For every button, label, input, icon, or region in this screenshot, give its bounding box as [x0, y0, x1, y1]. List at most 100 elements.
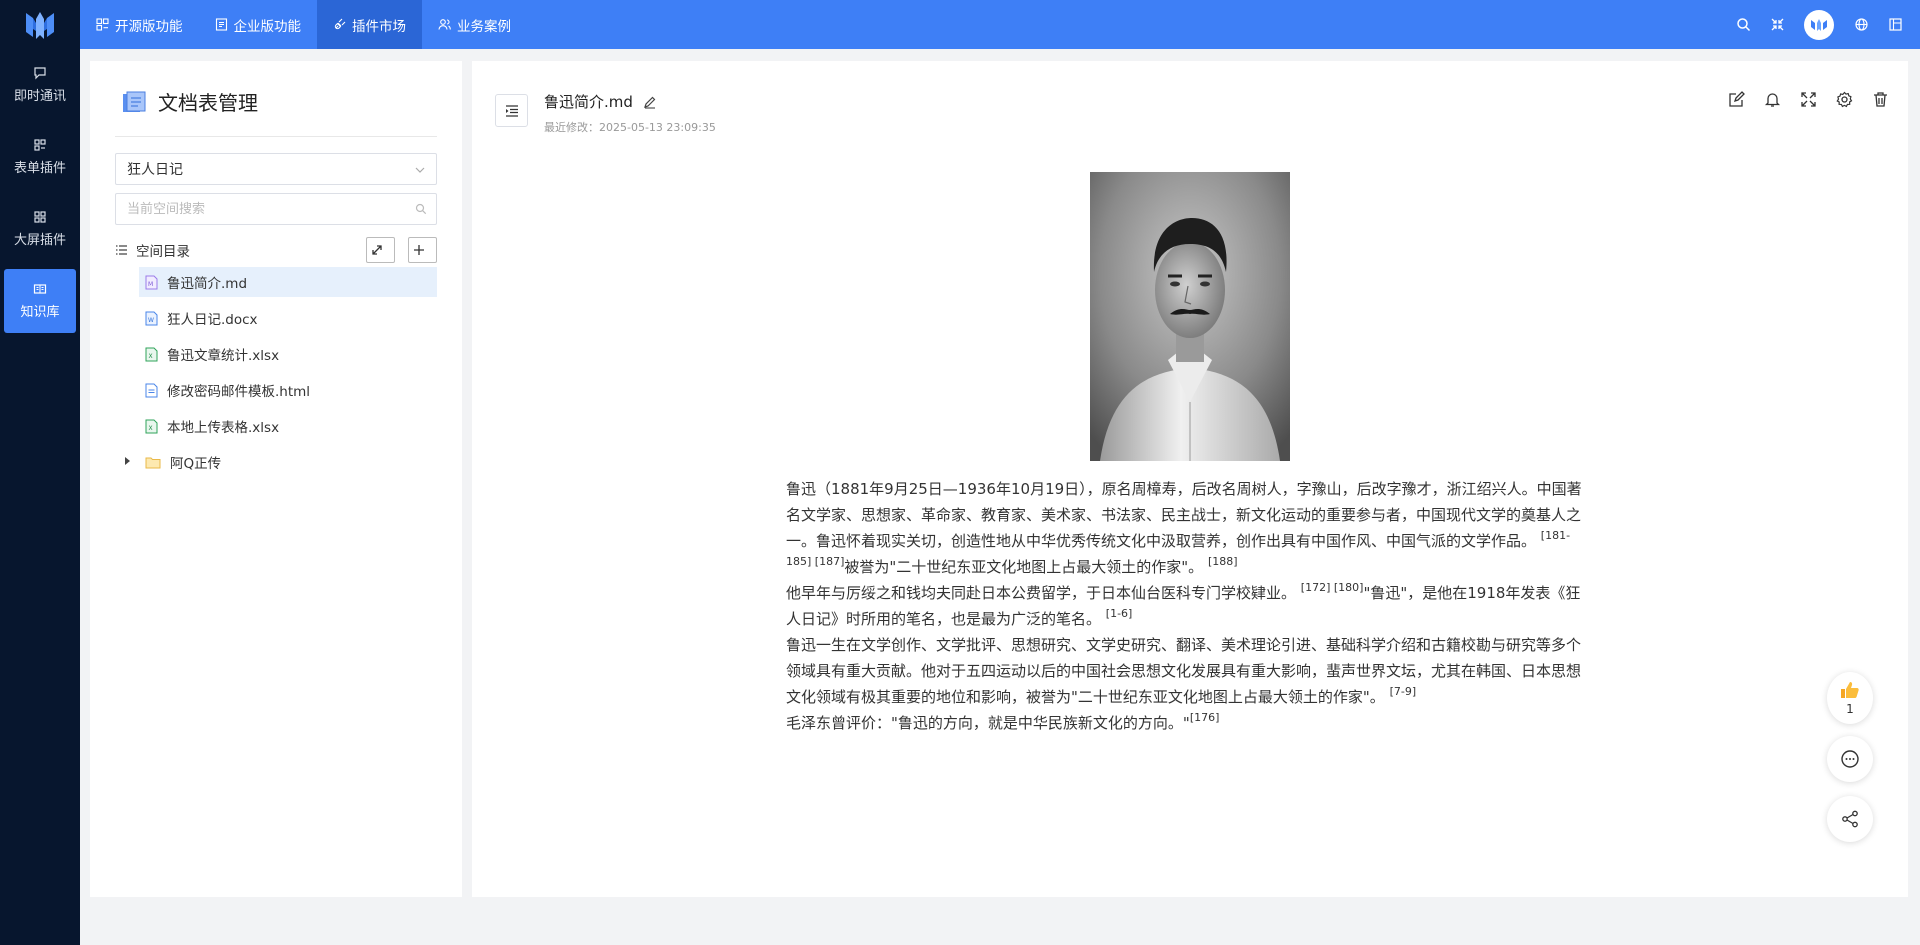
document-actions — [1718, 87, 1898, 111]
chat-icon — [34, 67, 46, 80]
like-button[interactable]: 1 — [1827, 672, 1873, 724]
panel-title: 文档表管理 — [122, 87, 258, 116]
space-search-input[interactable] — [115, 193, 437, 225]
search-icon — [1736, 18, 1750, 32]
tree-item-file[interactable]: 修改密码邮件模板.html — [139, 375, 437, 405]
space-select-value: 狂人日记 — [127, 162, 183, 178]
like-count: 1 — [1846, 701, 1854, 716]
nav-item-label: 插件市场 — [352, 18, 406, 35]
list-icon — [116, 245, 127, 255]
folder-icon — [145, 457, 161, 468]
tree-item-label: 狂人日记.docx — [167, 312, 258, 328]
avatar-logo-icon — [1811, 18, 1827, 31]
sidebar-item-dashboard[interactable]: 大屏插件 — [4, 197, 76, 261]
paragraph-text: 被誉为"二十世纪东亚文化地图上占最大领土的作家"。 — [844, 558, 1204, 576]
expand-all-button[interactable] — [366, 237, 395, 263]
svg-text:W: W — [148, 317, 154, 324]
excel-file-icon: X — [145, 347, 158, 361]
delete-button[interactable] — [1862, 87, 1898, 111]
word-file-icon: W — [145, 311, 158, 325]
tree-title: 空间目录 — [136, 244, 190, 260]
citation[interactable]: [176] — [1190, 711, 1220, 724]
nav-item-open-source[interactable]: 开源版功能 — [80, 0, 199, 49]
nav-item-plugin-market[interactable]: 插件市场 — [317, 0, 422, 49]
share-icon — [1842, 810, 1858, 828]
indent-icon — [505, 104, 518, 117]
last-modified: 最近修改：2025-05-13 23:09:35 — [544, 121, 716, 134]
document-icon — [215, 18, 227, 31]
fullscreen-doc-button[interactable] — [1790, 87, 1826, 111]
nav-item-enterprise[interactable]: 企业版功能 — [199, 0, 318, 49]
layout-icon — [1888, 18, 1902, 31]
caret-right-icon[interactable] — [125, 457, 130, 465]
trash-icon — [1873, 91, 1887, 107]
markdown-file-icon: M — [145, 275, 158, 289]
sidebar: 即时通讯 表单插件 大屏插件 知识库 — [0, 0, 80, 945]
settings-button[interactable] — [1826, 87, 1862, 111]
toc-toggle-button[interactable] — [495, 94, 528, 127]
avatar[interactable] — [1804, 9, 1834, 40]
html-file-icon — [145, 383, 158, 397]
citation[interactable]: [172] [180] — [1301, 581, 1364, 594]
paragraph: 鲁迅一生在文学创作、文学批评、思想研究、文学史研究、翻译、美术理论引进、基础科学… — [786, 632, 1592, 710]
tree-header: 空间目录 — [115, 237, 437, 263]
share-button[interactable] — [1827, 796, 1873, 842]
citation[interactable]: [188] — [1208, 555, 1238, 568]
document-title-text: 鲁迅简介.md — [544, 93, 633, 111]
nav-item-label: 业务案例 — [457, 18, 511, 35]
sidebar-item-form[interactable]: 表单插件 — [4, 125, 76, 189]
fullscreen-button[interactable] — [1760, 0, 1794, 49]
paragraph-text: 鲁迅一生在文学创作、文学批评、思想研究、文学史研究、翻译、美术理论引进、基础科学… — [786, 636, 1582, 706]
tree-item-label: 本地上传表格.xlsx — [167, 420, 280, 436]
tree-item-folder[interactable]: 阿Q正传 — [139, 447, 437, 477]
sidebar-item-knowledge-base[interactable]: 知识库 — [4, 269, 76, 333]
paragraph: 鲁迅（1881年9月25日—1936年10月19日），原名周樟寿，后改名周树人，… — [786, 476, 1592, 580]
document-title: 鲁迅简介.md — [544, 91, 657, 112]
notification-button[interactable] — [1754, 87, 1790, 111]
add-document-button[interactable] — [408, 237, 437, 263]
top-right-toolbar — [1726, 0, 1920, 49]
comment-icon — [1841, 750, 1859, 768]
search-button[interactable] — [1726, 0, 1760, 49]
tree-item-file[interactable]: M 鲁迅简介.md — [139, 267, 437, 297]
tree-item-file[interactable]: W 狂人日记.docx — [139, 303, 437, 333]
pencil-icon[interactable] — [643, 95, 657, 109]
sidebar-item-chat[interactable]: 即时通讯 — [4, 53, 76, 117]
document-tree-panel: 文档表管理 狂人日记 空间目录 M 鲁迅简介.md W 狂人日记.docx X … — [90, 61, 462, 897]
app-logo[interactable] — [0, 0, 80, 49]
tree-item-label: 鲁迅简介.md — [167, 276, 248, 292]
portrait-photo — [1090, 172, 1290, 461]
layout-button[interactable] — [1878, 0, 1912, 49]
search-icon — [415, 203, 427, 215]
paragraph-text: 鲁迅（1881年9月25日—1936年10月19日），原名周樟寿，后改名周树人，… — [786, 480, 1582, 550]
panel-title-text: 文档表管理 — [158, 91, 258, 115]
nav-item-label: 企业版功能 — [233, 18, 302, 35]
paragraph: 他早年与厉绥之和钱均夫同赴日本公费留学，于日本仙台医科专门学校肄业。 [172]… — [786, 580, 1592, 632]
paragraph-text: 毛泽东曾评价："鲁迅的方向，就是中华民族新文化的方向。" — [786, 714, 1190, 732]
bell-icon — [1764, 92, 1780, 107]
space-select[interactable]: 狂人日记 — [115, 153, 437, 185]
chevron-down-icon — [415, 167, 425, 173]
edit-button[interactable] — [1718, 87, 1754, 111]
comment-button[interactable] — [1827, 736, 1873, 782]
sidebar-item-label: 知识库 — [20, 305, 60, 320]
tree-item-file[interactable]: X 本地上传表格.xlsx — [139, 411, 437, 441]
plug-icon — [334, 18, 346, 30]
nav-item-business-cases[interactable]: 业务案例 — [422, 0, 527, 49]
svg-text:X: X — [149, 425, 153, 432]
document-content: 鲁迅（1881年9月25日—1936年10月19日），原名周樟寿，后改名周树人，… — [786, 476, 1592, 736]
grid-icon — [96, 18, 109, 31]
form-icon — [34, 139, 46, 151]
plus-icon — [413, 245, 424, 255]
tree-item-label: 鲁迅文章统计.xlsx — [167, 348, 280, 364]
citation[interactable]: [1-6] — [1106, 607, 1133, 620]
sidebar-item-label: 即时通讯 — [13, 89, 66, 104]
users-icon — [438, 19, 451, 30]
logo-icon — [26, 11, 54, 39]
book-icon — [33, 284, 47, 294]
dashboard-icon — [34, 211, 46, 223]
language-button[interactable] — [1844, 0, 1878, 49]
tree-item-file[interactable]: X 鲁迅文章统计.xlsx — [139, 339, 437, 369]
document-viewer: 鲁迅简介.md 最近修改：2025-05-13 23:09:35 鲁迅（1881… — [472, 61, 1908, 897]
citation[interactable]: [7-9] — [1390, 685, 1417, 698]
